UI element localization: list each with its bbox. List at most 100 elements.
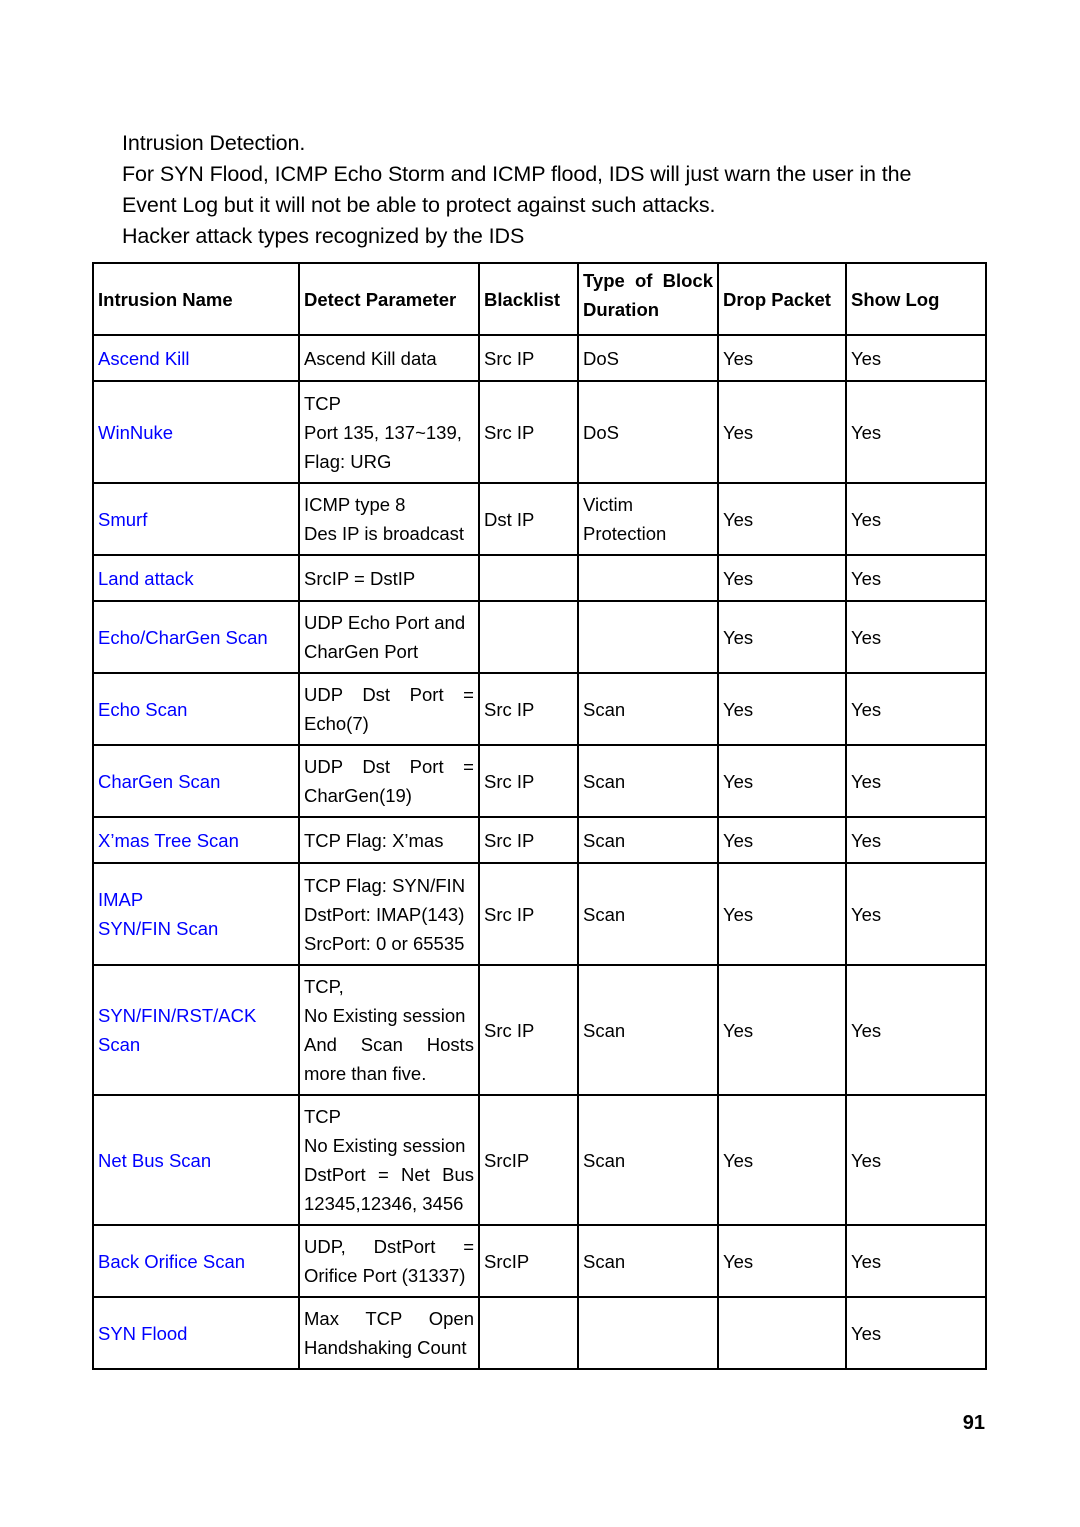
cell-intrusion-name: Back Orifice Scan — [92, 1224, 300, 1298]
cell-drop-packet: Yes — [717, 862, 847, 966]
column-header-intrusion-name: Intrusion Name — [92, 262, 300, 336]
document-page: Intrusion Detection. For SYN Flood, ICMP… — [0, 0, 1080, 1527]
intrusion-name-line: IMAP — [98, 889, 144, 910]
cell-show-log: Yes — [845, 482, 987, 556]
detect-line: TCP Flag: SYN/FIN — [304, 874, 466, 896]
cell-detect-parameter: UDP, DstPort = Orifice Port (31337) — [298, 1224, 480, 1298]
block-type-line: Protection — [583, 523, 667, 544]
cell-blacklist — [478, 1296, 579, 1370]
detect-line: ICMP type 8 — [304, 494, 406, 515]
detect-line: SrcIP = DstIP — [304, 567, 416, 589]
column-header-show-log: Show Log — [845, 262, 987, 336]
detect-line: SrcPort: 0 or 65535 — [304, 932, 465, 954]
cell-drop-packet: Yes — [717, 554, 847, 602]
cell-blacklist: Dst IP — [478, 482, 579, 556]
cell-blacklist: Src IP — [478, 862, 579, 966]
cell-block-type: Scan — [577, 744, 719, 818]
cell-intrusion-name: Ascend Kill — [92, 334, 300, 382]
column-header-detect-parameter: Detect Parameter — [298, 262, 480, 336]
detect-line: CharGen Port — [304, 641, 419, 662]
cell-intrusion-name: X’mas Tree Scan — [92, 816, 300, 864]
cell-detect-parameter: SrcIP = DstIP — [298, 554, 480, 602]
detect-line: 12345,12346, 3456 — [304, 1193, 464, 1214]
cell-show-log: Yes — [845, 334, 987, 382]
intro-line-4: Hacker attack types recognized by the ID… — [122, 224, 525, 248]
table-row: X’mas Tree Scan TCP Flag: X’mas Src IP S… — [92, 816, 987, 864]
cell-block-type: Scan — [577, 1224, 719, 1298]
detect-line: Ascend Kill data — [304, 347, 437, 369]
cell-detect-parameter: UDP Echo Port and CharGen Port — [298, 600, 480, 674]
cell-show-log: Yes — [845, 600, 987, 674]
cell-drop-packet: Yes — [717, 482, 847, 556]
cell-show-log: Yes — [845, 380, 987, 484]
cell-intrusion-name: Land attack — [92, 554, 300, 602]
cell-detect-parameter: TCP Flag: X’mas — [298, 816, 480, 864]
detect-line: UDP Dst Port = — [304, 756, 474, 777]
cell-blacklist: Src IP — [478, 334, 579, 382]
detect-line: No Existing session — [304, 1005, 466, 1026]
cell-block-type: DoS — [577, 380, 719, 484]
detect-line: CharGen(19) — [304, 785, 412, 806]
cell-show-log: Yes — [845, 672, 987, 746]
detect-line: TCP Flag: X’mas — [304, 829, 444, 851]
column-header-block-duration: Type of Block Duration — [577, 262, 719, 336]
intro-line-3: Event Log but it will not be able to pro… — [122, 193, 716, 217]
detect-line: TCP — [304, 1106, 341, 1127]
cell-block-type: Victim Protection — [577, 482, 719, 556]
table-row: Ascend Kill Ascend Kill data Src IP DoS … — [92, 334, 987, 382]
cell-show-log: Yes — [845, 964, 987, 1096]
cell-intrusion-name: WinNuke — [92, 380, 300, 484]
cell-block-type: Scan — [577, 964, 719, 1096]
hacker-attack-types-table: Intrusion Name Detect Parameter Blacklis… — [92, 262, 987, 1370]
column-header-block-duration-line1: Type of Block — [583, 270, 713, 291]
cell-blacklist: Src IP — [478, 964, 579, 1096]
cell-intrusion-name: CharGen Scan — [92, 744, 300, 818]
detect-line: TCP — [304, 392, 341, 414]
cell-drop-packet: Yes — [717, 964, 847, 1096]
table-row: Back Orifice Scan UDP, DstPort = Orifice… — [92, 1224, 987, 1298]
cell-block-type — [577, 600, 719, 674]
table-row: Smurf ICMP type 8 Des IP is broadcast Ds… — [92, 482, 987, 556]
detect-line: No Existing session — [304, 1135, 466, 1156]
cell-show-log: Yes — [845, 1094, 987, 1226]
cell-drop-packet: Yes — [717, 380, 847, 484]
cell-detect-parameter: UDP Dst Port = CharGen(19) — [298, 744, 480, 818]
detect-line: more than five. — [304, 1063, 427, 1084]
detect-line: Des IP is broadcast — [304, 523, 465, 544]
cell-detect-parameter: TCP No Existing session DstPort = Net Bu… — [298, 1094, 480, 1226]
table-row: IMAP SYN/FIN Scan TCP Flag: SYN/FIN DstP… — [92, 862, 987, 966]
cell-detect-parameter: ICMP type 8 Des IP is broadcast — [298, 482, 480, 556]
cell-detect-parameter: Max TCP Open Handshaking Count — [298, 1296, 480, 1370]
cell-drop-packet: Yes — [717, 600, 847, 674]
cell-drop-packet: Yes — [717, 816, 847, 864]
page-number: 91 — [962, 1412, 985, 1434]
cell-drop-packet: Yes — [717, 744, 847, 818]
column-header-drop-packet: Drop Packet — [717, 262, 847, 336]
cell-drop-packet: Yes — [717, 334, 847, 382]
detect-line: Orifice Port (31337) — [304, 1265, 466, 1286]
cell-show-log: Yes — [845, 1296, 987, 1370]
cell-intrusion-name: Smurf — [92, 482, 300, 556]
detect-line: DstPort = Net Bus — [304, 1164, 474, 1185]
column-header-blacklist: Blacklist — [478, 262, 579, 336]
cell-blacklist: SrcIP — [478, 1094, 579, 1226]
cell-drop-packet: Yes — [717, 672, 847, 746]
table-header-row: Intrusion Name Detect Parameter Blacklis… — [92, 262, 987, 336]
cell-detect-parameter: TCP Port 135, 137~139, Flag: URG — [298, 380, 480, 484]
detect-line: Max TCP Open — [304, 1308, 474, 1329]
intro-line-1: Intrusion Detection. — [122, 131, 306, 155]
detect-line: Echo(7) — [304, 713, 369, 734]
cell-intrusion-name: Net Bus Scan — [92, 1094, 300, 1226]
intrusion-name-line: Scan — [98, 1034, 141, 1055]
cell-block-type: Scan — [577, 862, 719, 966]
cell-blacklist: Src IP — [478, 816, 579, 864]
table-row: WinNuke TCP Port 135, 137~139, Flag: URG… — [92, 380, 987, 484]
detect-line: UDP Dst Port = — [304, 684, 474, 705]
cell-detect-parameter: TCP Flag: SYN/FIN DstPort: IMAP(143) Src… — [298, 862, 480, 966]
cell-show-log: Yes — [845, 1224, 987, 1298]
cell-intrusion-name: IMAP SYN/FIN Scan — [92, 862, 300, 966]
cell-intrusion-name: SYN/FIN/RST/ACK Scan — [92, 964, 300, 1096]
detect-line: UDP, DstPort = — [304, 1236, 474, 1257]
cell-detect-parameter: UDP Dst Port = Echo(7) — [298, 672, 480, 746]
cell-blacklist — [478, 554, 579, 602]
